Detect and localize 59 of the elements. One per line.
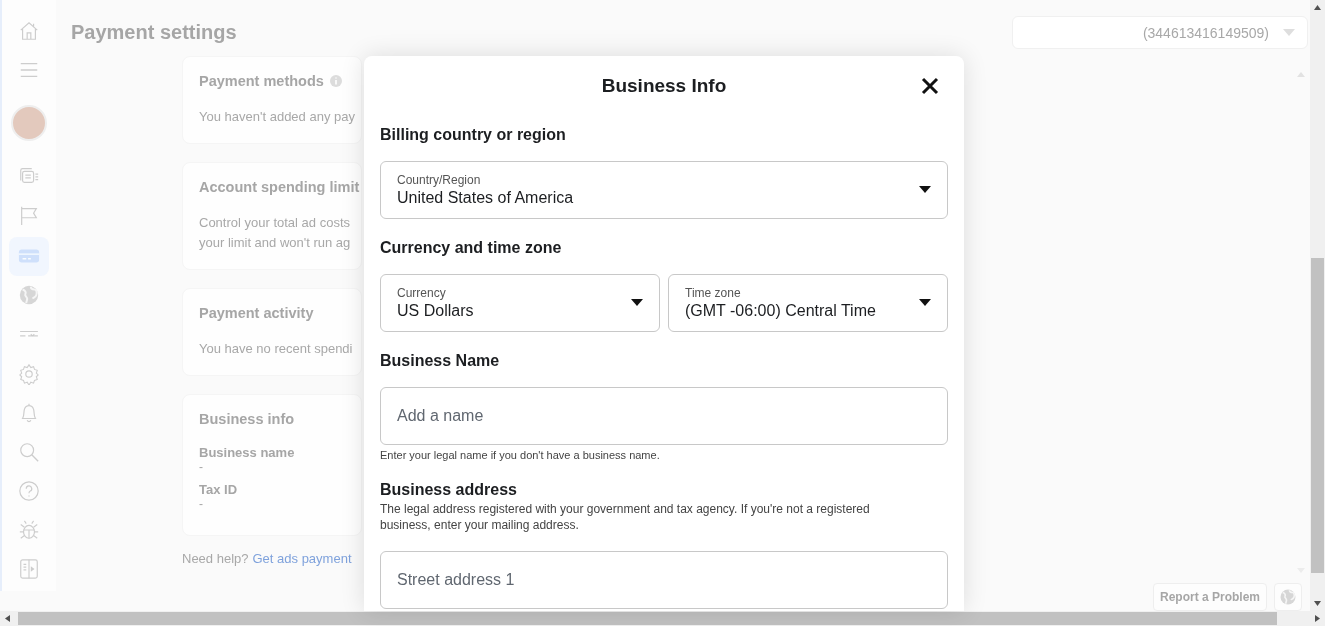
language-button[interactable] [1274, 583, 1302, 611]
field-label: Time zone [685, 286, 742, 300]
card-text: You haven't added any pay [199, 108, 356, 126]
account-id: (344613416149509) [1142, 24, 1269, 41]
sliders-icon [18, 330, 40, 339]
field-label: Business name [199, 445, 296, 460]
card-title: Payment methods [199, 73, 324, 89]
field-hint: Enter your legal name if you don't have a business name. [380, 449, 661, 461]
caret-icon [919, 299, 931, 307]
section-heading: Business address [380, 481, 518, 499]
field-value: US Dollars [397, 302, 475, 320]
input-field[interactable]: Add a name [380, 387, 948, 445]
dropdown-field[interactable]: Time zone (GMT -06:00) Central Time [668, 274, 948, 332]
help-text: Need help? [182, 551, 249, 566]
field-label: Country/Region [397, 173, 482, 187]
modal-title: Business Info [601, 75, 727, 97]
close-icon [920, 76, 940, 96]
card-title: Payment activity [199, 305, 314, 321]
sidebar-item[interactable] [9, 236, 49, 276]
scroll-up-arrow-icon [1297, 72, 1305, 77]
panel-icon [18, 558, 40, 581]
field-value: (GMT -06:00) Central Time [685, 302, 877, 320]
help-icon [18, 480, 40, 503]
dropdown-field[interactable]: Currency US Dollars [380, 274, 660, 332]
bug-icon [18, 519, 40, 542]
scrollbar-thumb[interactable] [18, 612, 1277, 625]
settings-icon [18, 362, 40, 385]
input-field[interactable]: Street address 1 [380, 551, 948, 609]
card-text: Control your total ad costs [199, 214, 352, 232]
caret-icon [919, 186, 931, 194]
field-value: - [199, 460, 204, 474]
info-icon [329, 75, 342, 87]
globe-icon [1279, 588, 1297, 606]
caret-icon [631, 299, 643, 307]
field-placeholder: Add a name [397, 407, 484, 425]
card-text: your limit and won't run ag [199, 234, 352, 252]
field-placeholder: Street address 1 [397, 571, 515, 589]
caret-icon [1283, 28, 1295, 37]
dropdown-field[interactable]: Country/Region United States of America [380, 161, 948, 219]
card-title: Business info [199, 411, 295, 427]
home-icon [18, 19, 40, 42]
avatar-icon [11, 104, 47, 141]
section-description: The legal address registered with your government and tax agency. If you're not a registered business, enter your mailing address. [380, 501, 871, 533]
section-heading: Business Name [380, 352, 501, 370]
avatar-button[interactable] [11, 104, 47, 141]
search-icon [18, 441, 40, 464]
card-title: Account spending limit [199, 179, 360, 195]
page-title: Payment settings [71, 21, 237, 44]
globe-icon [18, 284, 40, 307]
field-value: - [199, 497, 204, 511]
card-text: You have no recent spendi [199, 340, 354, 358]
field-label: Tax ID [199, 482, 239, 497]
flag-icon [18, 204, 40, 227]
field-value: United States of America [397, 189, 575, 207]
close-button[interactable] [920, 76, 940, 96]
scrollbar-thumb[interactable] [1311, 258, 1324, 573]
field-label: Currency [397, 286, 447, 300]
section-heading: Currency and time zone [380, 239, 563, 257]
section-heading: Billing country or region [380, 126, 567, 144]
